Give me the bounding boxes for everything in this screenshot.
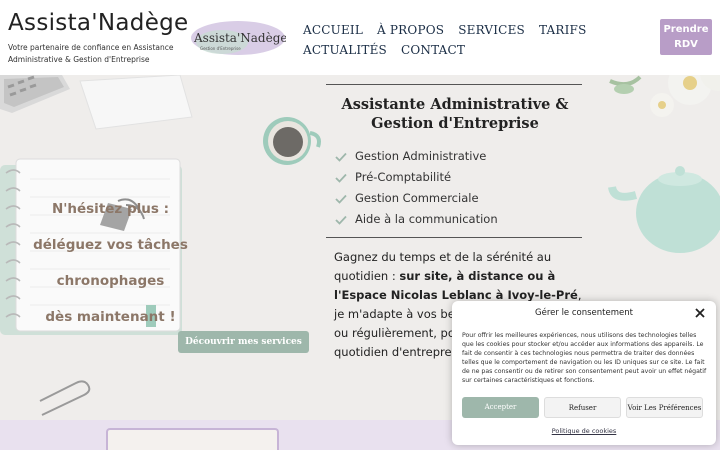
divider-bottom [326,237,582,238]
cookie-preferences-button[interactable]: Voir Les Préférences [626,397,703,418]
teapot-illustration [608,166,720,253]
site-logo[interactable]: Assista'Nadège Gestion d'Entreprise [186,18,286,58]
accept-cookies-button[interactable]: Accepter [462,397,539,418]
nav-services[interactable]: SERVICES [458,22,525,39]
logo-text: Assista'Nadège [193,31,286,45]
hero-title-line2: Gestion d'Entreprise [371,115,539,132]
service-item: Gestion Commerciale [334,188,498,209]
discover-services-button[interactable]: Découvrir mes services [178,331,309,353]
check-icon [335,173,347,183]
close-icon[interactable] [695,308,705,318]
cookie-description: Pour offrir les meilleures expériences, … [462,332,707,384]
flowers-illustration [609,75,720,117]
site-tagline: Votre partenaire de confiance en Assista… [8,43,174,64]
service-label: Pré-Comptabilité [355,170,452,184]
refuse-cookies-button[interactable]: Refuser [544,397,621,418]
main-nav: ACCUEIL À PROPOS SERVICES TARIFS ACTUALITÉS C… [303,19,643,59]
cookie-consent-dialog: Gérer le consentement Pour offrir les me… [452,301,716,445]
hero-cta-line: déléguez vos tâches [33,237,188,253]
cookie-policy-link[interactable]: Politique de cookies [452,427,716,435]
hero-cta-text: N'hésitez plus : déléguez vos tâches chr… [28,191,193,335]
laptop-illustration [0,75,70,113]
hero-cta-line: N'hésitez plus : [51,201,170,217]
logo-subtext: Gestion d'Entreprise [200,46,241,51]
nav-contact[interactable]: CONTACT [401,42,465,59]
book-appointment-button[interactable]: Prendre RDV [660,19,712,55]
nav-tarifs[interactable]: TARIFS [539,22,587,39]
hero-cta-line: chronophages [56,273,165,289]
check-icon [335,194,347,204]
nav-accueil[interactable]: ACCUEIL [303,22,363,39]
book-appointment-label-line2: RDV [674,39,698,50]
site-header: Assista'Nadège Votre partenaire de confi… [0,0,720,75]
service-item: Gestion Administrative [334,146,498,167]
cookie-title: Gérer le consentement [535,308,633,318]
hero-cta-line: dès maintenant ! [45,309,176,325]
service-list: Gestion Administrative Pré-Comptabilité … [334,146,498,230]
hero-title: Assistante Administrative & Gestion d'En… [330,95,580,133]
next-section-image [106,428,279,450]
service-label: Gestion Administrative [355,149,487,163]
service-label: Gestion Commerciale [355,191,479,205]
site-title[interactable]: Assista'Nadège [8,10,189,36]
service-item: Aide à la communication [334,209,498,230]
nav-actualites[interactable]: ACTUALITÉS [303,42,387,59]
paper-sheet [79,75,193,130]
check-icon [335,152,347,162]
nav-a-propos[interactable]: À PROPOS [377,22,444,39]
book-appointment-label-line1: Prendre [663,24,709,35]
paper-clip-illustration [39,380,91,416]
coffee-cup-illustration [263,117,321,165]
check-icon [335,215,347,225]
divider-top [326,84,582,85]
hero-title-line1: Assistante Administrative & [341,96,569,113]
service-label: Aide à la communication [355,212,498,226]
service-item: Pré-Comptabilité [334,167,498,188]
